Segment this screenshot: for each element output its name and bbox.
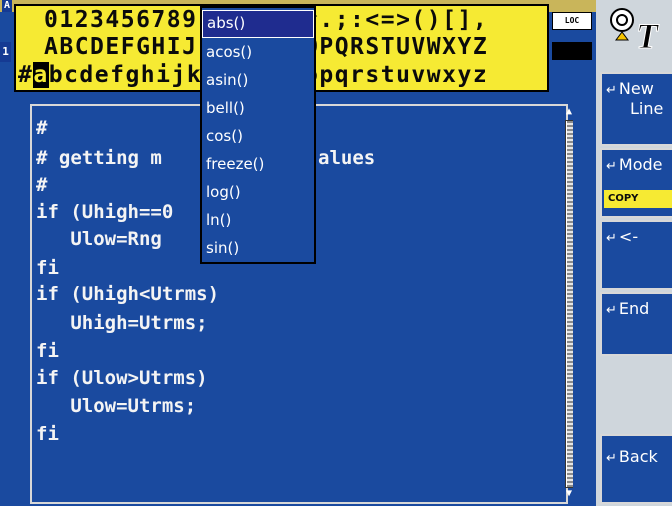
end-label: End [618, 299, 650, 318]
function-item-log[interactable]: log() [202, 178, 314, 206]
function-item-bell[interactable]: bell() [202, 94, 314, 122]
mode-label: Mode [618, 155, 663, 174]
keyboard-row-symbols[interactable]: ^.;:<=>()[], [304, 7, 488, 33]
mode-value-badge: COPY [604, 190, 672, 208]
editor-line[interactable]: if (Uhigh<Utrms) [36, 280, 219, 308]
end-button[interactable]: ↵ End [600, 292, 672, 356]
editor-line[interactable]: fi [36, 420, 59, 448]
editor-line[interactable]: if (Ulow>Utrms) [36, 364, 208, 392]
new-line-button[interactable]: ↵ New Line [600, 72, 672, 146]
editor-line[interactable]: fi [36, 254, 59, 282]
keyboard-row-lower-right[interactable]: opqrstuvwxyz [304, 62, 488, 88]
scroll-thumb[interactable] [567, 121, 573, 487]
scroll-track[interactable] [565, 120, 573, 488]
editor-line[interactable]: Ulow=Utrms; [36, 392, 196, 420]
back-button[interactable]: ↵ Back [600, 434, 672, 504]
text-tool-icon[interactable]: T [606, 4, 664, 52]
function-item-freeze[interactable]: freeze() [202, 150, 314, 178]
new-line-label: New [618, 79, 654, 98]
backspace-button[interactable]: ↵ <- [600, 220, 672, 290]
function-item-ln[interactable]: ln() [202, 206, 314, 234]
new-line-label-2: Line [630, 99, 664, 118]
return-icon: ↵ [606, 231, 617, 246]
keyboard-row-upper-right[interactable]: OPQRSTUVWXYZ [304, 34, 488, 60]
editor-line[interactable]: fi [36, 337, 59, 365]
return-icon: ↵ [606, 159, 617, 174]
keyboard-row-upper[interactable]: ABCDEFGHIJ [44, 34, 197, 60]
function-item-cos[interactable]: cos() [202, 122, 314, 150]
function-item-abs[interactable]: abs() [202, 10, 314, 38]
return-icon: ↵ [606, 303, 617, 318]
keyboard-row-digits[interactable]: 0123456789 [44, 7, 197, 33]
device-screen: A 1 LOC # # getting m alues # if (Uhigh=… [0, 0, 672, 506]
function-item-acos[interactable]: acos() [202, 38, 314, 66]
function-dropdown[interactable]: abs() acos() asin() bell() cos() freeze(… [200, 6, 316, 264]
editor-line[interactable]: if (Uhigh==0 [36, 198, 173, 226]
editor-line[interactable]: # getting m [36, 144, 162, 172]
svg-text:T: T [636, 16, 660, 52]
editor-line[interactable]: Uhigh=Utrms; [36, 309, 207, 337]
editor-scrollbar[interactable]: ▲ ▼ [562, 106, 576, 500]
channel-indicator-a: A [2, 0, 12, 12]
keyboard-key-selected[interactable]: a [33, 62, 49, 88]
return-icon: ↵ [606, 451, 617, 466]
editor-line[interactable]: # [36, 171, 47, 199]
backspace-label: <- [618, 227, 639, 246]
editor-line-tail[interactable]: alues [318, 144, 375, 172]
status-block [552, 42, 592, 60]
return-icon: ↵ [606, 83, 617, 98]
keyboard-keys-lower[interactable]: bcdefghijk [49, 62, 202, 88]
scroll-down-icon[interactable]: ▼ [562, 488, 576, 500]
function-item-asin[interactable]: asin() [202, 66, 314, 94]
scroll-up-icon[interactable]: ▲ [562, 106, 576, 118]
keyboard-row-lower[interactable]: #abcdefghijk [18, 62, 202, 88]
function-item-sin[interactable]: sin() [202, 234, 314, 262]
keyboard-key-hash[interactable]: # [18, 62, 33, 88]
channel-indicator-1: 1 [0, 42, 11, 62]
loc-badge: LOC [552, 12, 592, 30]
back-label: Back [618, 447, 658, 466]
editor-line[interactable]: # [36, 114, 47, 142]
editor-line[interactable]: Ulow=Rng [36, 225, 162, 253]
